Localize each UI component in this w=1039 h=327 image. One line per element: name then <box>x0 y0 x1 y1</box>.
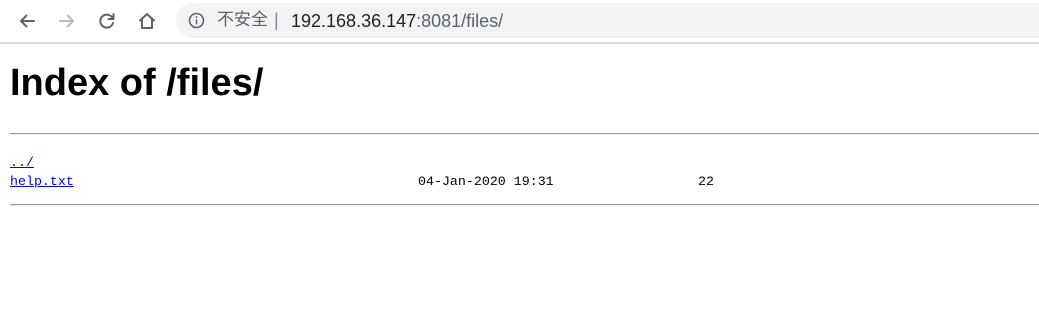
forward-button[interactable] <box>52 6 82 36</box>
home-button[interactable] <box>132 6 162 36</box>
forward-arrow-icon <box>59 14 74 28</box>
address-bar[interactable]: 不安全 | 192.168.36.147:8081/files/ <box>176 3 1039 38</box>
file-size: 22 <box>698 174 714 189</box>
security-status-label[interactable]: 不安全 <box>217 11 268 30</box>
info-icon[interactable] <box>188 12 205 29</box>
parent-directory-link[interactable]: ../ <box>10 155 34 170</box>
file-listing: ../ help.txt 04-Jan-2020 19:31 22 <box>10 153 714 191</box>
bottom-divider <box>10 204 1039 206</box>
toolbar-divider <box>0 42 1039 44</box>
reload-button[interactable] <box>92 6 122 36</box>
url-text[interactable]: 192.168.36.147:8081/files/ <box>291 11 503 31</box>
back-button[interactable] <box>12 6 42 36</box>
url-host: 192.168.36.147 <box>291 11 417 31</box>
file-modified-date: 04-Jan-2020 19:31 <box>418 174 554 189</box>
url-separator: | <box>274 10 279 30</box>
list-item: help.txt 04-Jan-2020 19:31 22 <box>10 172 714 191</box>
url-path: :8081/files/ <box>416 11 504 31</box>
back-arrow-icon <box>20 14 35 28</box>
top-divider <box>10 133 1039 135</box>
home-icon <box>139 13 155 29</box>
page-title: Index of /files/ <box>10 62 264 104</box>
file-link[interactable]: help.txt <box>10 174 74 189</box>
reload-icon <box>99 13 115 29</box>
browser-toolbar: 不安全 | 192.168.36.147:8081/files/ <box>0 0 1039 42</box>
list-item: ../ <box>10 153 74 172</box>
